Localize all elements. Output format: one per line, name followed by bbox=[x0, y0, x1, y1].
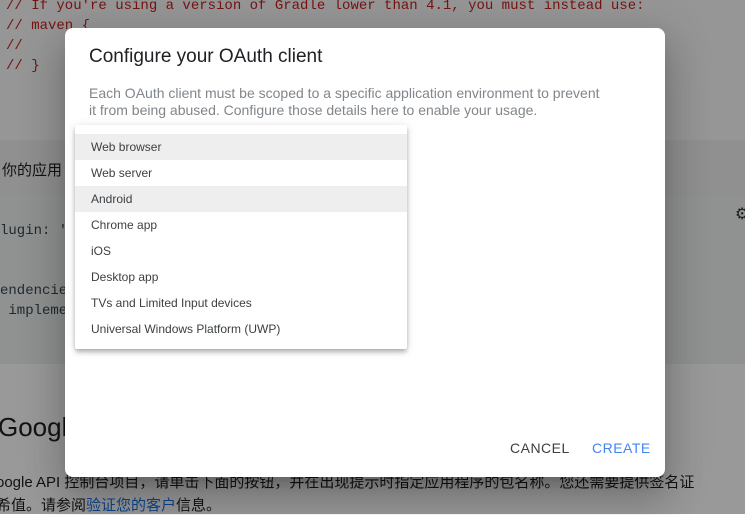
create-button[interactable]: CREATE bbox=[592, 438, 651, 458]
menu-item-android[interactable]: Android bbox=[75, 186, 407, 212]
dialog-title: Configure your OAuth client bbox=[89, 46, 323, 67]
menu-item-tvs-limited-input[interactable]: TVs and Limited Input devices bbox=[75, 290, 407, 316]
menu-item-uwp[interactable]: Universal Windows Platform (UWP) bbox=[75, 316, 407, 342]
menu-item-web-browser[interactable]: Web browser bbox=[75, 134, 407, 160]
menu-item-web-server[interactable]: Web server bbox=[75, 160, 407, 186]
oauth-client-dialog: Configure your OAuth client Each OAuth c… bbox=[65, 28, 665, 477]
dialog-description: Each OAuth client must be scoped to a sp… bbox=[89, 85, 600, 118]
cancel-button[interactable]: CANCEL bbox=[510, 438, 570, 458]
menu-item-ios[interactable]: iOS bbox=[75, 238, 407, 264]
application-type-menu: Web browser Web server Android Chrome ap… bbox=[75, 125, 407, 349]
menu-item-chrome-app[interactable]: Chrome app bbox=[75, 212, 407, 238]
menu-item-desktop-app[interactable]: Desktop app bbox=[75, 264, 407, 290]
